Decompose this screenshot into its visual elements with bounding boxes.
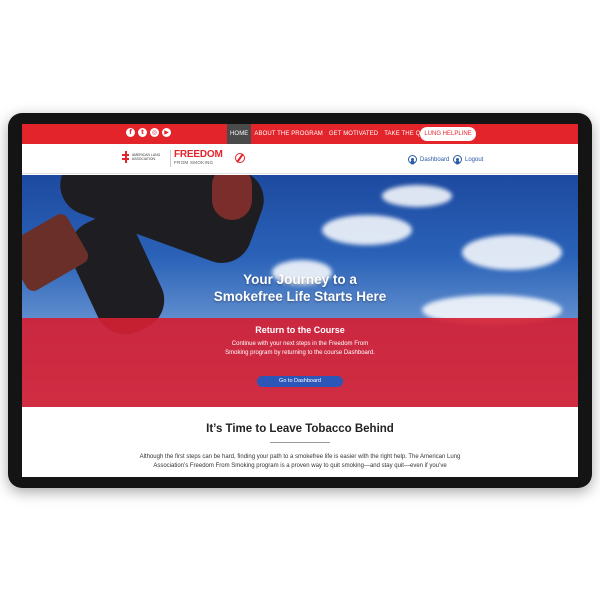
hero-title: Your Journey to a Smokefree Life Starts … xyxy=(22,271,578,305)
device-frame: f t ◎ ▶ HOME ABOUT THE PROGRAM GET MOTIV… xyxy=(8,113,592,488)
youtube-icon[interactable]: ▶ xyxy=(162,128,171,137)
ffs-logo-subtitle: FROM SMOKING xyxy=(174,160,214,165)
ala-logo-text: American Lung Association. xyxy=(132,153,161,161)
cloud xyxy=(382,185,452,207)
dashboard-link[interactable]: Dashboard xyxy=(408,155,449,164)
cloud xyxy=(322,215,412,245)
logout-link[interactable]: Logout xyxy=(453,155,483,164)
logo-divider xyxy=(170,150,171,167)
lung-helpline-button[interactable]: LUNG HELPLINE xyxy=(420,127,476,141)
site-header: American Lung Association. FREEDOM FROM … xyxy=(22,144,578,174)
return-to-course-panel: Return to the Course Continue with your … xyxy=(22,318,578,407)
dashboard-label: Dashboard xyxy=(420,156,450,163)
section-divider xyxy=(270,442,330,443)
hero-title-line-1: Your Journey to a xyxy=(243,272,357,287)
instagram-icon[interactable]: ◎ xyxy=(150,128,159,137)
hero-banner: Your Journey to a Smokefree Life Starts … xyxy=(22,175,578,407)
cloud xyxy=(462,235,562,270)
no-smoking-icon xyxy=(235,153,245,163)
browser-screen: f t ◎ ▶ HOME ABOUT THE PROGRAM GET MOTIV… xyxy=(22,124,578,477)
ala-logo[interactable]: American Lung Association. xyxy=(122,151,164,163)
hero-title-line-2: Smokefree Life Starts Here xyxy=(213,289,387,304)
main-nav: HOME ABOUT THE PROGRAM GET MOTIVATED TAK… xyxy=(227,124,433,144)
lorraine-cross-icon xyxy=(122,151,129,163)
facebook-icon[interactable]: f xyxy=(126,128,135,137)
user-icon xyxy=(453,155,462,164)
social-links: f t ◎ ▶ xyxy=(126,128,171,137)
user-icon xyxy=(408,155,417,164)
course-panel-title: Return to the Course xyxy=(255,325,345,335)
top-nav-bar: f t ◎ ▶ HOME ABOUT THE PROGRAM GET MOTIV… xyxy=(22,124,578,144)
hiker-arm xyxy=(212,175,252,220)
logout-label: Logout xyxy=(465,156,484,163)
nav-get-motivated[interactable]: GET MOTIVATED xyxy=(326,124,381,144)
ffs-logo-title: FREEDOM xyxy=(174,149,223,160)
course-panel-body: Continue with your next steps in the Fre… xyxy=(225,341,375,356)
nav-home[interactable]: HOME xyxy=(227,124,252,144)
section-body: Although the first steps can be hard, fi… xyxy=(139,454,461,469)
twitter-icon[interactable]: t xyxy=(138,128,147,137)
go-to-dashboard-button[interactable]: Go to Dashboard xyxy=(257,376,343,387)
nav-about-the-program[interactable]: ABOUT THE PROGRAM xyxy=(251,124,326,144)
section-title: It’s Time to Leave Tobacco Behind xyxy=(206,423,394,435)
freedom-from-smoking-logo[interactable]: FREEDOM FROM SMOKING xyxy=(174,149,223,166)
